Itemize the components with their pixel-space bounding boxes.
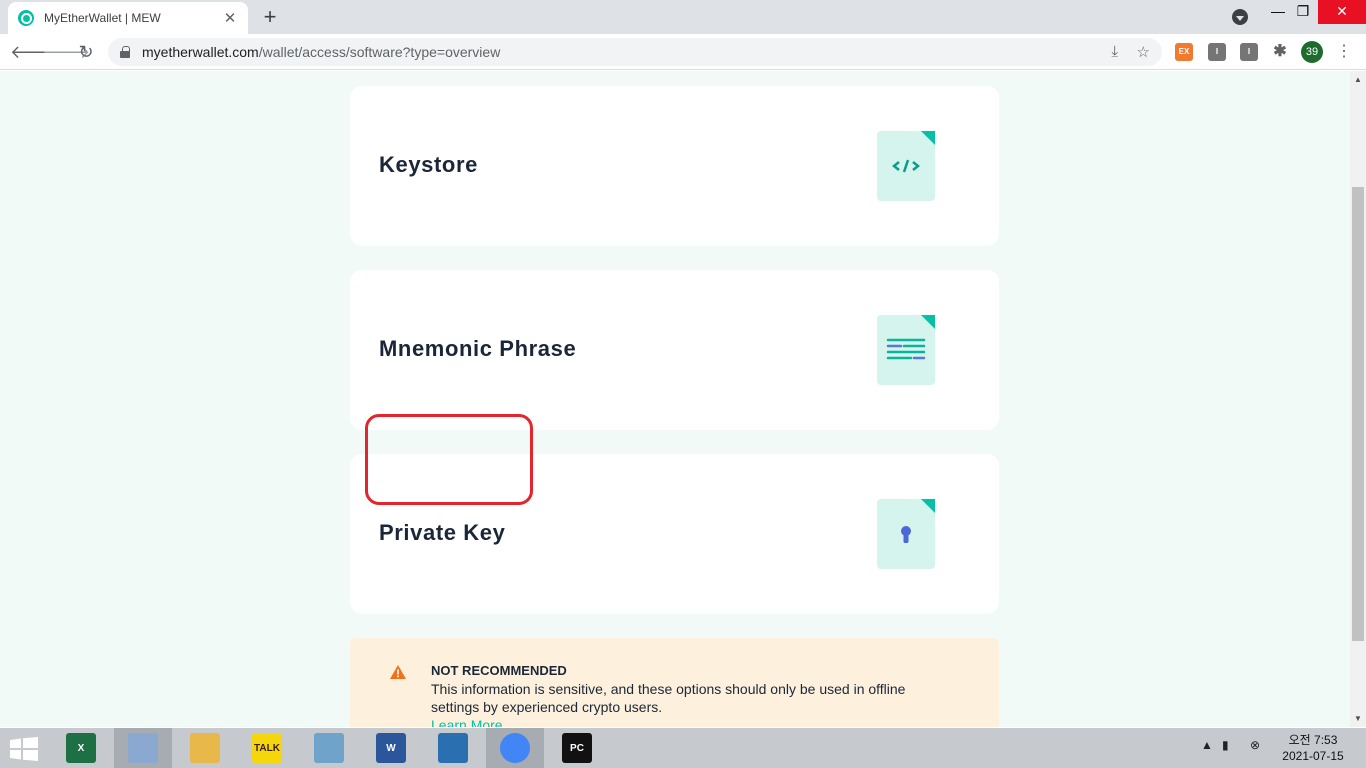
mew-favicon-icon [18,10,34,26]
new-tab-button[interactable]: + [258,6,282,30]
extension-i-icon-2[interactable]: I [1240,43,1258,61]
excel-icon: X [66,733,96,763]
tray-status-icon[interactable]: ⊗ [1250,738,1260,752]
back-arrow-icon[interactable]: 🡐 [10,40,58,64]
tab-title: MyEtherWallet | MEW [44,11,161,25]
window-close-button[interactable]: ✕ [1318,0,1366,24]
chrome-icon [500,733,530,763]
tab-bar: MyEtherWallet | MEW ✕ + — ❐ ✕ [0,0,1366,34]
bookmark-star-icon[interactable]: ☆ [1137,43,1150,61]
taskbar-app-excel[interactable]: X [52,728,110,768]
browser-tab[interactable]: MyEtherWallet | MEW ✕ [8,2,248,34]
forward-arrow-icon[interactable]: 🡒 [42,40,90,64]
paint-icon [128,733,158,763]
warning-title: NOT RECOMMENDED [431,663,567,678]
page-content: Keystore Mnemonic Phrase Private Key NOT… [0,71,1350,727]
keystore-option-card[interactable]: Keystore [350,86,999,246]
extension-ex-icon[interactable]: EX [1175,43,1193,61]
taskbar-app-file-explorer[interactable] [176,728,234,768]
warning-triangle-icon [390,665,406,679]
private-key-highlight-box [365,414,533,505]
scroll-down-arrow-icon[interactable]: ▼ [1354,714,1362,723]
system-clock[interactable]: 오전 7:53 2021-07-15 [1268,732,1358,764]
word-icon: W [376,733,406,763]
page-scrollbar[interactable]: ▲ ▼ [1350,71,1366,727]
taskbar-app-editor[interactable] [424,728,482,768]
taskbar-app-paint[interactable] [114,728,172,768]
file-explorer-icon [190,733,220,763]
extensions-puzzle-icon[interactable]: ✱ [1271,43,1289,61]
browser-toolbar: 🡐 🡒 ↻ myetherwallet.com/wallet/access/so… [0,34,1366,70]
not-recommended-warning: NOT RECOMMENDED This information is sens… [350,638,999,727]
taskbar-app-kakaotalk[interactable]: TALK [238,728,296,768]
clock-date: 2021-07-15 [1282,749,1344,763]
pycharm-icon: PC [562,733,592,763]
editor-icon [438,733,468,763]
card-label-mnemonic: Mnemonic Phrase [379,336,577,361]
text-file-icon [877,315,935,385]
warning-text: This information is sensitive, and these… [431,681,906,715]
code-file-icon [877,131,935,201]
taskbar-app-pycharm[interactable]: PC [548,728,606,768]
address-bar[interactable]: myetherwallet.com/wallet/access/software… [108,38,1162,66]
tab-close-icon[interactable]: ✕ [222,9,238,27]
card-label-keystore: Keystore [379,152,478,177]
extension-i-icon[interactable]: I [1208,43,1226,61]
tab-search-icon[interactable] [1232,9,1248,25]
profile-avatar[interactable]: 39 [1301,41,1323,63]
url-text[interactable]: myetherwallet.com/wallet/access/software… [142,44,500,60]
tray-expand-icon[interactable]: ▲ [1201,738,1213,752]
notepad-icon [314,733,344,763]
kakaotalk-icon: TALK [252,733,282,763]
taskbar-app-notepad[interactable] [300,728,358,768]
lock-icon[interactable] [120,46,130,58]
taskbar-app-word[interactable]: W [362,728,420,768]
windows-taskbar: X TALK W PC ▲ ▮ ⊗ 오전 7:53 2021-07-15 [0,728,1366,768]
browser-menu-icon[interactable]: ⋮ [1336,41,1352,63]
network-icon[interactable]: ▮ [1222,738,1229,752]
mnemonic-option-card[interactable]: Mnemonic Phrase [350,270,999,430]
learn-more-link[interactable]: Learn More [431,717,503,727]
scroll-thumb[interactable] [1352,187,1364,641]
keyhole-file-icon [877,499,935,569]
clock-time: 오전 7:53 [1288,733,1338,747]
reload-icon[interactable]: ↻ [74,40,98,64]
card-label-private-key: Private Key [379,520,506,545]
install-app-icon[interactable]: ⤓ [1111,43,1118,60]
windows-start-icon[interactable] [10,737,38,761]
taskbar-app-chrome[interactable] [486,728,544,768]
scroll-up-arrow-icon[interactable]: ▲ [1354,75,1362,84]
